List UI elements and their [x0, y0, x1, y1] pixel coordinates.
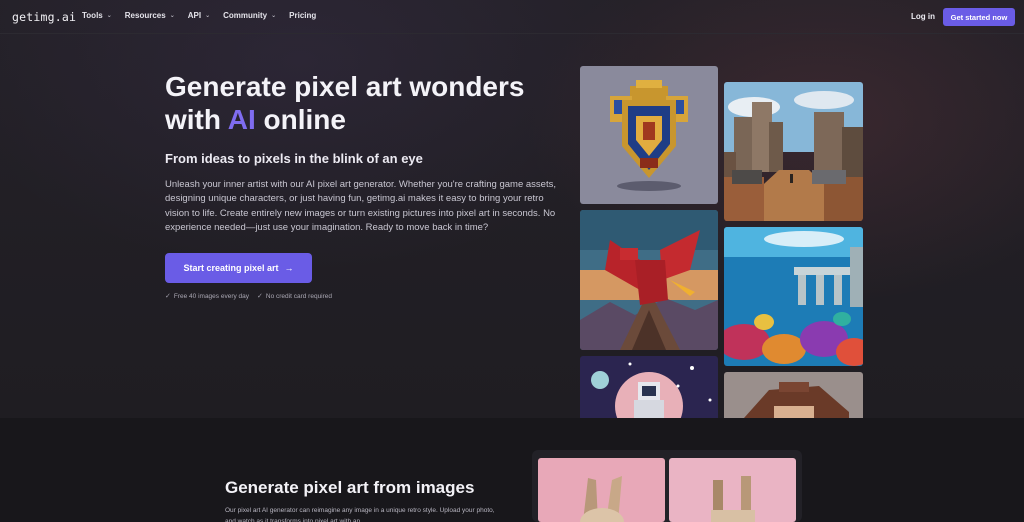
original-rabbit-image [538, 458, 665, 522]
top-navbar: getimg.ai Tools ⌄ Resources ⌄ API ⌄ Comm… [0, 0, 1024, 34]
pixel-underwater-ruins-image [724, 227, 863, 366]
hero-title: Generate pixel art wonders with AI onlin… [165, 70, 565, 136]
chevron-down-icon: ⌄ [106, 13, 112, 19]
nav-item-label: API [187, 11, 202, 20]
hero-title-accent: AI [227, 104, 256, 135]
hero-title-part2: online [255, 104, 346, 135]
pixel-dragon-image [580, 210, 718, 350]
lower-section-background [0, 418, 1024, 522]
feature-checks: ✓ Free 40 images every day ✓ No credit c… [165, 292, 333, 301]
check-item: ✓ No credit card required [257, 292, 333, 301]
pixel-ruined-city-image [724, 82, 863, 221]
chevron-down-icon: ⌄ [205, 13, 211, 19]
hero-description: Unleash your inner artist with our AI pi… [165, 179, 556, 233]
pixel-astronaut-image [580, 356, 718, 418]
pixel-shield-image [580, 66, 718, 204]
nav-links: Tools ⌄ Resources ⌄ API ⌄ Community ⌄ Pr… [82, 11, 329, 20]
hero-subtitle: From ideas to pixels in the blink of an … [165, 151, 423, 166]
nav-item-label: Community [223, 11, 268, 20]
check-icon: ✓ [257, 293, 263, 300]
check-item: ✓ Free 40 images every day [165, 292, 250, 301]
pixel-rabbit-image [669, 458, 796, 522]
start-creating-button[interactable]: Start creating pixel art → [165, 253, 312, 283]
image-comparison-frame [532, 450, 802, 522]
nav-item-tools[interactable]: Tools ⌄ [82, 11, 112, 20]
section-text: Our pixel art AI generator can reimagine… [225, 507, 495, 522]
nav-item-label: Pricing [289, 11, 317, 20]
logo[interactable]: getimg.ai [12, 10, 76, 24]
chevron-down-icon: ⌄ [169, 13, 175, 19]
pixel-pirate-image [724, 372, 863, 418]
login-link[interactable]: Log in [911, 12, 935, 21]
cta-label: Start creating pixel art [183, 263, 279, 273]
section-title: Generate pixel art from images [225, 478, 475, 497]
nav-item-api[interactable]: API ⌄ [188, 11, 210, 20]
arrow-right-icon: → [284, 263, 294, 273]
nav-item-label: Resources [124, 11, 166, 20]
check-label: Free 40 images every day [173, 292, 250, 300]
nav-item-pricing[interactable]: Pricing [289, 11, 316, 20]
nav-item-resources[interactable]: Resources ⌄ [125, 11, 175, 20]
get-started-button[interactable]: Get started now [943, 8, 1015, 26]
check-label: No credit card required [265, 292, 333, 300]
nav-item-label: Tools [82, 11, 103, 20]
nav-item-community[interactable]: Community ⌄ [223, 11, 276, 20]
check-icon: ✓ [165, 293, 171, 300]
chevron-down-icon: ⌄ [271, 13, 277, 19]
